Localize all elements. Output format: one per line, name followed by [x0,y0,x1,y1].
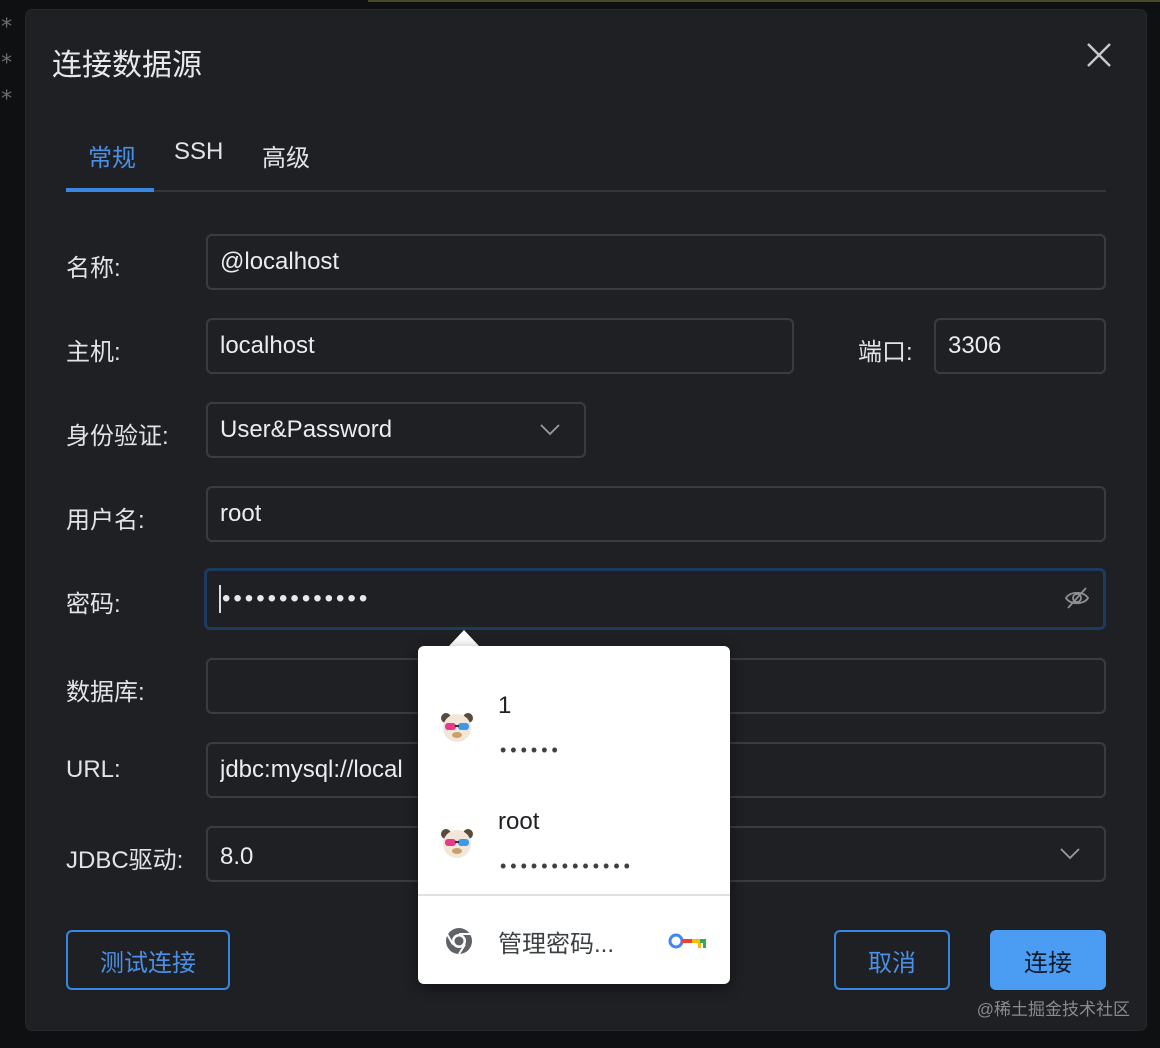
tab-advanced[interactable]: 高级 [262,138,310,193]
text-caret [219,585,221,613]
port-value: 3306 [948,332,1002,359]
screen: * * * 连接数据源 常规 SSH 高级 名称: @localhost 主机:… [0,0,1160,1048]
popup-divider [418,894,730,896]
auth-select[interactable]: User&Password [206,402,586,458]
database-label: 数据库: [66,679,145,706]
watermark: @稀土掘金技术社区 [976,1000,1130,1019]
password-label: 密码: [66,591,121,618]
chevron-down-icon [1060,848,1080,860]
name-value: @localhost [220,248,340,275]
connect-button[interactable]: 连接 [990,930,1106,990]
panda-avatar-icon [441,829,473,858]
background-top-line [368,0,1160,2]
url-value: jdbc:mysql://local [220,756,403,783]
tab-ssh[interactable]: SSH [174,138,223,186]
tab-bar: 常规 SSH 高级 [66,128,1106,192]
panda-avatar-icon [441,713,473,742]
dialog-title: 连接数据源 [52,49,202,82]
auth-value: User&Password [220,416,393,443]
port-input[interactable]: 3306 [934,318,1106,374]
background-asterisks: * * * [0,15,14,112]
credential-item[interactable]: root ••••••••••••• [418,778,730,894]
host-label: 主机: [66,339,121,366]
password-input[interactable]: ••••••••••••• [204,568,1106,630]
username-label: 用户名: [66,507,145,534]
name-input[interactable]: @localhost [206,234,1106,290]
credential-username: root [498,808,540,835]
credential-item[interactable]: 1 •••••• [418,662,730,778]
auth-label: 身份验证: [66,423,169,450]
username-value: root [220,500,262,527]
tab-general[interactable]: 常规 [88,138,136,193]
manage-passwords-label: 管理密码... [498,931,615,958]
eye-off-icon[interactable] [1063,585,1091,611]
driver-label: JDBC驱动: [66,847,184,874]
host-input[interactable]: localhost [206,318,794,374]
port-label: 端口: [858,339,913,366]
test-connection-button[interactable]: 测试连接 [66,930,230,990]
active-tab-indicator [66,188,154,192]
username-input[interactable]: root [206,486,1106,542]
name-label: 名称: [66,255,121,282]
url-label: URL: [66,756,121,783]
cancel-button[interactable]: 取消 [834,930,950,990]
popup-arrow [448,630,480,647]
credential-password-mask: •••••• [500,740,562,760]
password-key-icon [668,933,706,949]
saved-passwords-popup: 1 •••••• root ••••••••••••• 管理密码... [418,646,730,984]
credential-password-mask: ••••••••••••• [500,856,634,876]
manage-passwords-item[interactable]: 管理密码... [418,898,730,984]
driver-value: 8.0 [220,843,254,870]
host-value: localhost [220,332,315,359]
chevron-down-icon [540,424,560,436]
close-icon[interactable] [1084,40,1114,70]
credential-username: 1 [498,692,512,719]
chrome-icon [446,928,472,955]
password-value: ••••••••••••• [222,585,371,612]
